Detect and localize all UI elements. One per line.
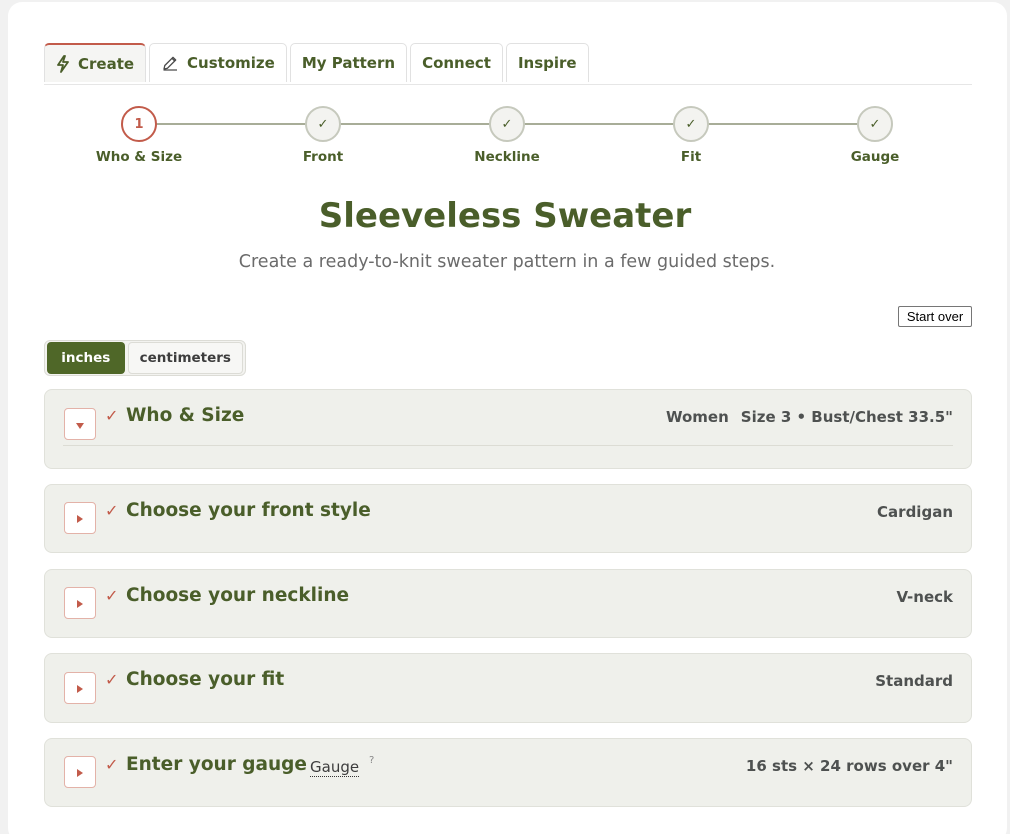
check-icon: ✓ (105, 670, 119, 689)
tab-customize[interactable]: Customize (149, 43, 287, 82)
tab-my-pattern-label: My Pattern (301, 54, 396, 72)
check-icon: ✓ (857, 106, 893, 142)
section-fit: ✓ Choose your fit Standard (44, 653, 972, 723)
section-gauge: ✓ Enter your gauge Gauge ? 16 sts × 24 r… (44, 738, 972, 807)
caret-right-icon (76, 594, 84, 613)
step-neckline[interactable]: ✓ Neckline (447, 106, 567, 165)
top-tabs: Create Customize My Pattern Connect Insp… (44, 43, 589, 83)
section-summary: 16 sts × 24 rows over 4" (745, 757, 953, 775)
caret-down-icon (75, 415, 85, 434)
section-who-size: ✓ Who & Size Women Size 3 • Bust/Chest 33… (44, 389, 972, 469)
tab-inspire-label: Inspire (517, 54, 577, 72)
page-title: Sleeveless Sweater (318, 196, 692, 236)
section-summary: Standard (875, 672, 953, 690)
step-label: Who & Size (95, 149, 183, 165)
check-icon: ✓ (673, 106, 709, 142)
expand-button[interactable] (64, 756, 96, 788)
caret-right-icon (76, 679, 84, 698)
check-icon: ✓ (105, 586, 119, 605)
tab-connect-label: Connect (422, 54, 491, 72)
step-gauge[interactable]: ✓ Gauge (815, 106, 935, 165)
step-label: Front (302, 149, 344, 165)
gauge-help-link[interactable]: Gauge (310, 759, 360, 777)
summary-size: Size 3 • Bust/Chest 33.5" (740, 408, 953, 426)
section-title: Choose your neckline (126, 585, 350, 606)
step-marker: 1 (121, 106, 157, 142)
section-title: Choose your front style (126, 500, 371, 521)
check-icon: ✓ (105, 755, 119, 774)
step-label: Gauge (850, 149, 900, 165)
pencil-icon (161, 54, 179, 72)
expand-button[interactable] (64, 502, 96, 534)
summary-who: Women (665, 408, 729, 426)
section-front-style: ✓ Choose your front style Cardigan (44, 484, 972, 553)
tab-create-label: Create (78, 54, 135, 73)
check-icon: ✓ (105, 406, 119, 425)
tabs-divider (44, 84, 972, 85)
section-summary: Women Size 3 • Bust/Chest 33.5" (666, 408, 953, 426)
caret-right-icon (76, 763, 84, 782)
section-title: Enter your gauge (126, 754, 307, 775)
tab-customize-label: Customize (187, 54, 275, 72)
check-icon: ✓ (105, 501, 119, 520)
step-label: Fit (680, 149, 702, 165)
check-icon: ✓ (305, 106, 341, 142)
section-title: Who & Size (126, 405, 245, 426)
unit-inches-button[interactable]: inches (47, 342, 125, 374)
tab-create[interactable]: Create (44, 43, 147, 82)
section-summary: Cardigan (877, 503, 953, 521)
unit-toggle: inches centimeters (44, 340, 246, 376)
step-fit[interactable]: ✓ Fit (631, 106, 751, 165)
caret-right-icon (76, 509, 84, 528)
section-divider (63, 445, 953, 446)
section-neckline: ✓ Choose your neckline V-neck (44, 569, 972, 638)
tab-connect[interactable]: Connect (410, 43, 503, 82)
step-who-size[interactable]: 1 Who & Size (79, 106, 199, 165)
check-icon: ✓ (489, 106, 525, 142)
expand-button[interactable] (64, 672, 96, 704)
expand-button[interactable] (64, 587, 96, 619)
step-label: Neckline (474, 149, 540, 165)
section-summary: V-neck (896, 588, 953, 606)
collapse-button[interactable] (64, 408, 96, 440)
page-subtitle: Create a ready-to-knit sweater pattern i… (238, 252, 776, 272)
tab-inspire[interactable]: Inspire (505, 43, 589, 82)
start-over-button[interactable]: Start over (898, 306, 972, 327)
unit-centimeters-button[interactable]: centimeters (127, 342, 243, 374)
step-front[interactable]: ✓ Front (263, 106, 383, 165)
tab-my-pattern[interactable]: My Pattern (289, 43, 408, 82)
section-title: Choose your fit (126, 669, 285, 690)
help-marker: ? (369, 755, 375, 766)
bolt-icon (56, 54, 70, 73)
